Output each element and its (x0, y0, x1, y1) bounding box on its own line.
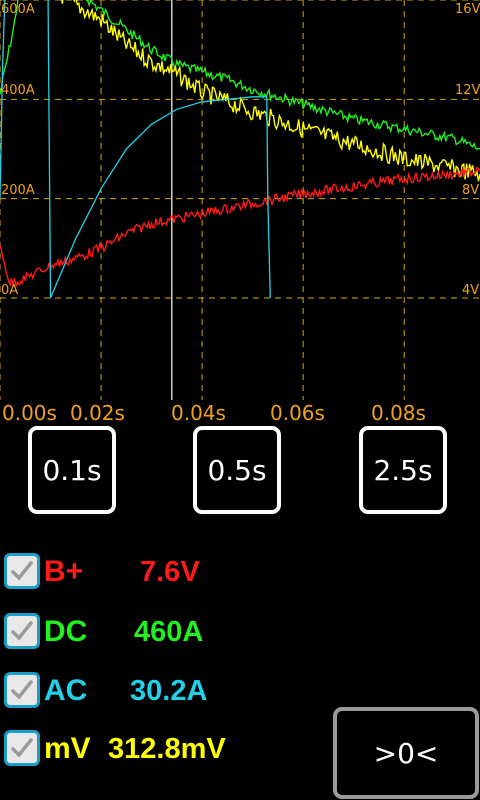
trace-mv (61, 0, 480, 182)
mv-label: mV (44, 732, 91, 765)
y-left-label-200: 200A (1, 183, 35, 198)
ac-checkbox[interactable] (4, 672, 40, 708)
ac-label: AC (44, 674, 88, 707)
mv-checkbox[interactable] (4, 730, 40, 766)
zero-offset-button[interactable]: >0< (333, 707, 479, 799)
y-left-label-400: 400A (1, 83, 35, 98)
y-right-label-16v: 16V (455, 2, 480, 17)
x-label-3: 0.06s (270, 401, 325, 425)
channel-row-dc: DC 460A (4, 613, 324, 653)
bplus-label: B+ (44, 555, 84, 588)
trace-dc (0, 0, 480, 151)
y-left-label-600: 600A (1, 2, 35, 17)
check-icon (11, 561, 33, 581)
y-left-label-0: 0A (1, 283, 19, 298)
timebase-2.5s-button[interactable]: 2.5s (359, 426, 447, 514)
trace-bplus (0, 165, 480, 288)
dc-value: 460A (134, 616, 204, 648)
check-icon (11, 680, 33, 700)
scope-plot (0, 0, 480, 400)
ac-value: 30.2A (130, 675, 208, 707)
mv-value: 312.8mV (108, 733, 226, 765)
dc-checkbox[interactable] (4, 613, 40, 649)
timebase-0.1s-button[interactable]: 0.1s (28, 426, 116, 514)
x-label-4: 0.08s (371, 401, 426, 425)
y-right-label-8v: 8V (462, 183, 480, 198)
bplus-value: 7.6V (140, 556, 200, 588)
channel-row-bplus: B+ 7.6V (4, 553, 324, 593)
channel-row-ac: AC 30.2A (4, 672, 324, 712)
check-icon (11, 738, 33, 758)
timebase-0.5s-button[interactable]: 0.5s (193, 426, 281, 514)
dc-label: DC (44, 615, 88, 648)
check-icon (11, 621, 33, 641)
x-label-2: 0.04s (171, 401, 226, 425)
x-label-0: 0.00s (2, 401, 57, 425)
x-label-1: 0.02s (70, 401, 125, 425)
bplus-checkbox[interactable] (4, 553, 40, 589)
channel-row-mv: mV 312.8mV (4, 730, 324, 770)
y-right-label-4v: 4V (462, 283, 480, 298)
y-right-label-12v: 12V (455, 83, 480, 98)
